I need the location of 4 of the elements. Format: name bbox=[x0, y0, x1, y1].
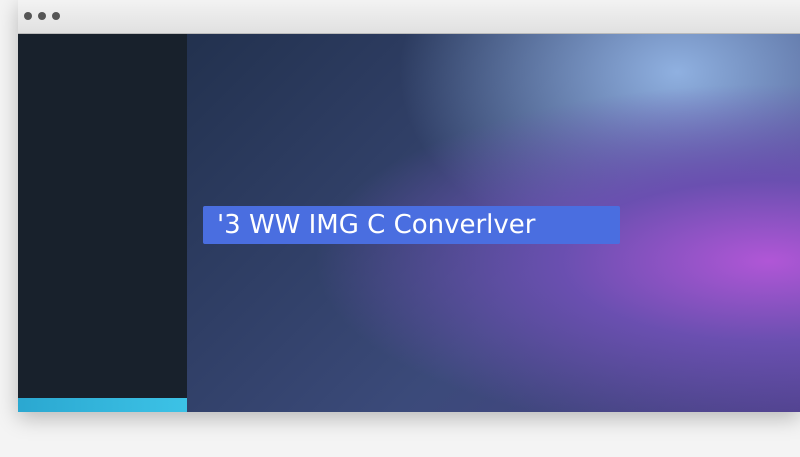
banner-title: '3 WW IMG C Converlver bbox=[203, 206, 620, 244]
close-icon[interactable] bbox=[24, 12, 32, 20]
maximize-icon[interactable] bbox=[52, 12, 60, 20]
minimize-icon[interactable] bbox=[38, 12, 46, 20]
